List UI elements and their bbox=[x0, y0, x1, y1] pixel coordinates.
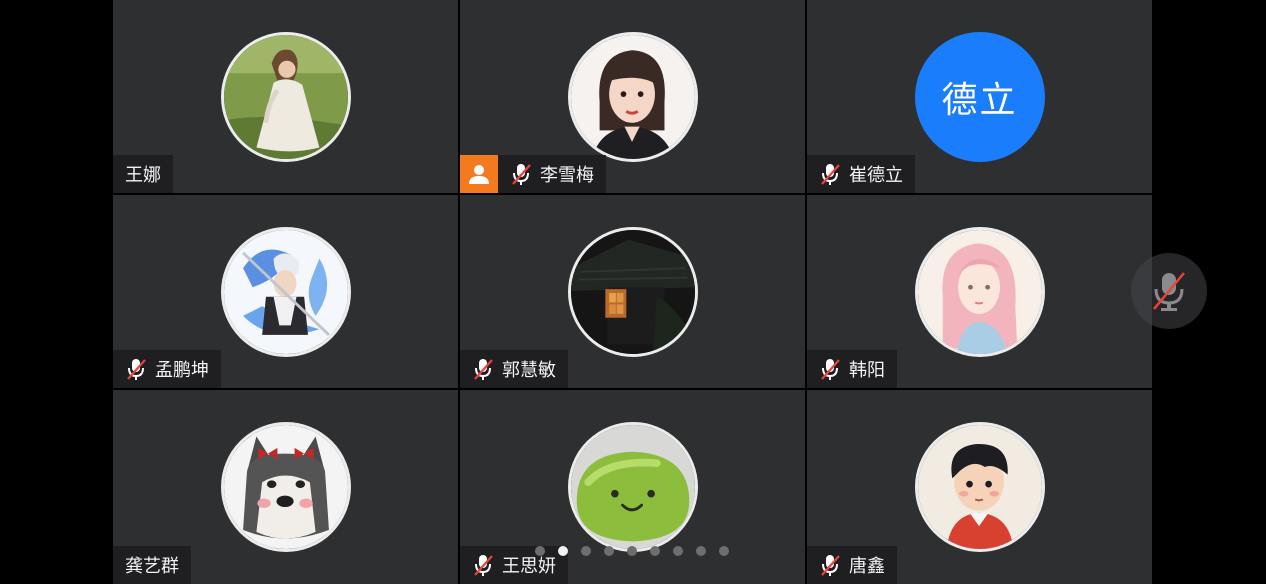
user-icon bbox=[469, 165, 489, 184]
avatar bbox=[567, 32, 698, 162]
mic-muted-icon bbox=[821, 164, 840, 185]
avatar bbox=[567, 227, 698, 357]
page-dot[interactable] bbox=[650, 546, 660, 556]
name-tag: 韩阳 bbox=[807, 350, 897, 388]
name-tag: 龚艺群 bbox=[113, 546, 191, 584]
page-dot[interactable] bbox=[627, 546, 637, 556]
participant-name: 郭慧敏 bbox=[502, 360, 556, 381]
page-dot[interactable] bbox=[604, 546, 614, 556]
mic-muted-icon bbox=[1153, 272, 1185, 311]
name-tag: 孟鹏坤 bbox=[113, 350, 221, 388]
page-dot[interactable] bbox=[696, 546, 706, 556]
name-label-box: 孟鹏坤 bbox=[113, 350, 221, 388]
name-label-box: 李雪梅 bbox=[498, 155, 606, 193]
name-label-box: 唐鑫 bbox=[807, 546, 897, 584]
participant-tile[interactable]: 德立 崔德立 bbox=[807, 0, 1152, 193]
host-badge bbox=[460, 155, 498, 193]
page-dot[interactable] bbox=[535, 546, 545, 556]
name-label-box: 韩阳 bbox=[807, 350, 897, 388]
participant-tile[interactable]: 王娜 bbox=[113, 0, 458, 193]
page-dot[interactable] bbox=[581, 546, 591, 556]
mic-muted-icon bbox=[474, 359, 493, 380]
participant-tile[interactable]: 李雪梅 bbox=[460, 0, 805, 193]
name-tag: 唐鑫 bbox=[807, 546, 897, 584]
name-label-box: 郭慧敏 bbox=[460, 350, 568, 388]
name-label-box: 龚艺群 bbox=[113, 546, 191, 584]
name-tag: 王娜 bbox=[113, 155, 173, 193]
participant-tile[interactable]: 孟鹏坤 bbox=[113, 195, 458, 388]
participant-name: 李雪梅 bbox=[540, 165, 594, 186]
name-label-box: 崔德立 bbox=[807, 155, 915, 193]
mic-muted-icon bbox=[474, 555, 493, 576]
name-label-box: 王娜 bbox=[113, 155, 173, 193]
page-dot[interactable] bbox=[673, 546, 683, 556]
participant-tile[interactable]: 龚艺群 bbox=[113, 390, 458, 584]
name-tag: 郭慧敏 bbox=[460, 350, 568, 388]
meeting-stage: 王娜 李雪梅 德立 崔德立 孟鹏坤 郭慧敏 韩阳 龚艺群 王思妍 唐鑫 bbox=[0, 0, 1266, 584]
avatar bbox=[567, 422, 698, 552]
participant-name: 唐鑫 bbox=[849, 556, 885, 577]
avatar bbox=[220, 422, 351, 552]
participant-name: 韩阳 bbox=[849, 360, 885, 381]
page-dot-active[interactable] bbox=[558, 546, 568, 556]
text-avatar: 德立 bbox=[914, 32, 1045, 162]
avatar bbox=[914, 227, 1045, 357]
page-indicator[interactable] bbox=[535, 546, 729, 556]
avatar bbox=[914, 422, 1045, 552]
name-tag: 崔德立 bbox=[807, 155, 915, 193]
mic-muted-icon bbox=[821, 359, 840, 380]
participant-tile[interactable]: 唐鑫 bbox=[807, 390, 1152, 584]
self-mic-toggle-button[interactable] bbox=[1131, 253, 1207, 329]
name-tag: 李雪梅 bbox=[460, 155, 606, 193]
avatar bbox=[220, 32, 351, 162]
mic-muted-icon bbox=[127, 359, 146, 380]
participant-name: 崔德立 bbox=[849, 165, 903, 186]
participant-tile[interactable]: 郭慧敏 bbox=[460, 195, 805, 388]
mic-muted-icon bbox=[821, 555, 840, 576]
participant-tile[interactable]: 韩阳 bbox=[807, 195, 1152, 388]
participant-name: 龚艺群 bbox=[125, 556, 179, 577]
avatar-initials: 德立 bbox=[941, 80, 1018, 121]
participant-grid: 王娜 李雪梅 德立 崔德立 孟鹏坤 郭慧敏 韩阳 龚艺群 王思妍 唐鑫 bbox=[113, 0, 1152, 584]
avatar bbox=[220, 227, 351, 357]
mic-muted-icon bbox=[512, 164, 531, 185]
participant-name: 王娜 bbox=[125, 165, 161, 186]
page-dot[interactable] bbox=[719, 546, 729, 556]
participant-name: 孟鹏坤 bbox=[155, 360, 209, 381]
